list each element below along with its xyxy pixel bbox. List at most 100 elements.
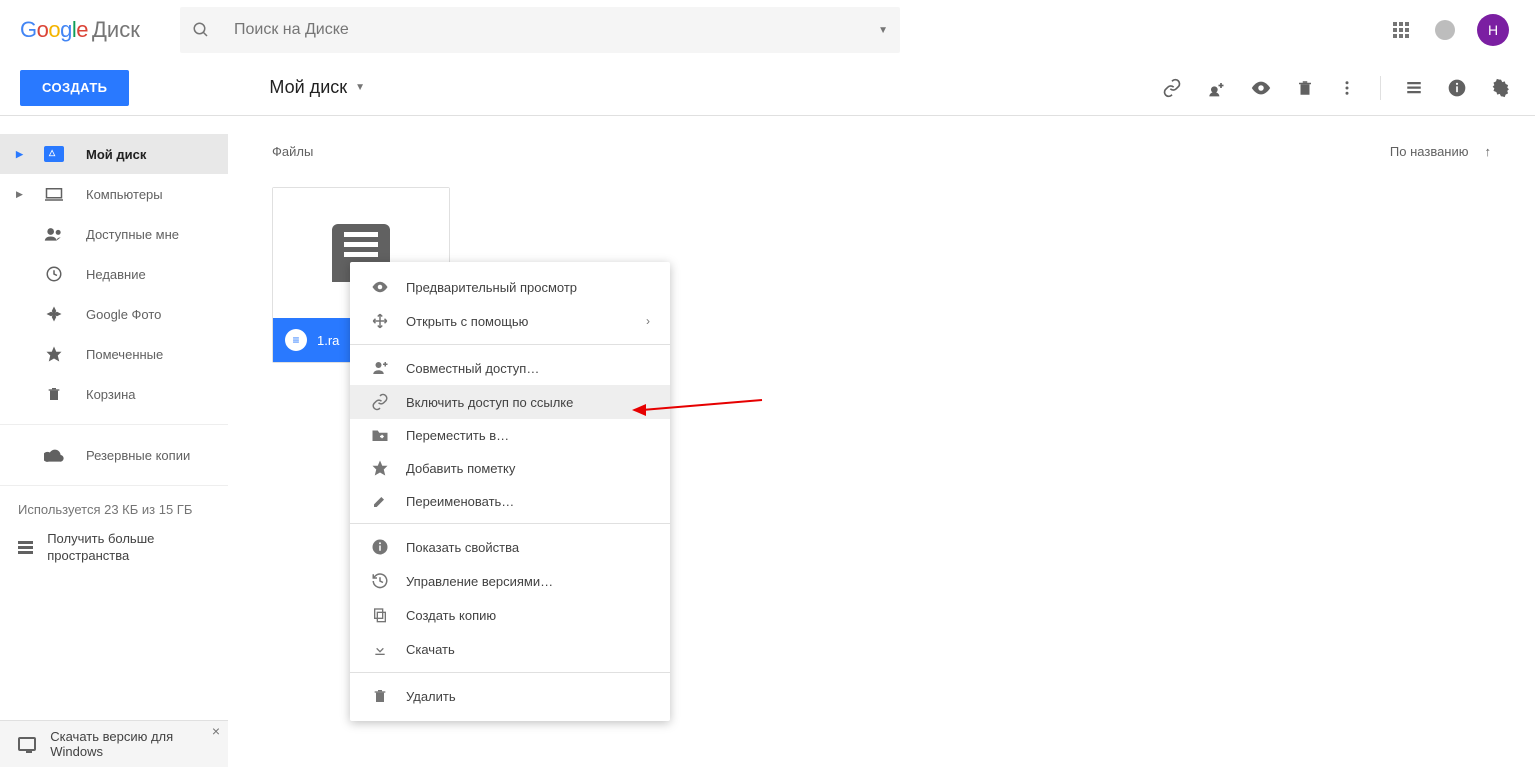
sidebar-item-label: Корзина <box>86 387 136 402</box>
view-list-icon[interactable] <box>1405 79 1423 97</box>
link-icon <box>370 393 390 411</box>
promo-label: Получить больше пространства <box>47 531 210 565</box>
person-add-icon <box>370 359 390 377</box>
account-avatar[interactable]: Н <box>1477 14 1509 46</box>
ctx-label: Управление версиями… <box>406 574 553 589</box>
sidebar-item-label: Мой диск <box>86 147 146 162</box>
photos-icon <box>44 305 64 323</box>
header: Google Диск ▼ Н <box>0 0 1535 60</box>
separator <box>1380 76 1381 100</box>
trash-icon <box>44 385 64 403</box>
ctx-label: Добавить пометку <box>406 461 515 476</box>
ctx-move[interactable]: Переместить в… <box>350 419 670 451</box>
ctx-label: Создать копию <box>406 608 496 623</box>
copy-icon <box>370 606 390 624</box>
sidebar-item-computers[interactable]: ▶ Компьютеры <box>0 174 228 214</box>
storage-usage: Используется 23 КБ из 15 ГБ <box>0 496 228 523</box>
star-icon <box>44 345 64 363</box>
main: ▶ Мой диск ▶ Компьютеры Доступные мне Не… <box>0 116 1535 767</box>
sidebar-item-label: Компьютеры <box>86 187 163 202</box>
sidebar-item-mydrive[interactable]: ▶ Мой диск <box>0 134 228 174</box>
storage-icon <box>18 541 33 554</box>
apps-icon[interactable] <box>1389 18 1413 42</box>
ctx-open-with[interactable]: Открыть с помощью › <box>350 304 670 338</box>
files-heading: Файлы <box>272 144 313 159</box>
sidebar: ▶ Мой диск ▶ Компьютеры Доступные мне Не… <box>0 116 228 767</box>
move-icon <box>370 312 390 330</box>
content-header: Файлы По названию ↑ <box>272 144 1491 159</box>
sidebar-item-label: Google Фото <box>86 307 161 322</box>
sidebar-item-label: Доступные мне <box>86 227 179 242</box>
ctx-share[interactable]: Совместный доступ… <box>350 351 670 385</box>
context-menu: Предварительный просмотр Открыть с помощ… <box>350 262 670 721</box>
info-icon[interactable] <box>1447 78 1467 98</box>
search-options-dropdown-icon[interactable]: ▼ <box>878 25 888 36</box>
download-icon <box>370 640 390 658</box>
ctx-download[interactable]: Скачать <box>350 632 670 666</box>
search-icon <box>192 21 210 39</box>
ctx-preview[interactable]: Предварительный просмотр <box>350 270 670 304</box>
share-icon[interactable] <box>1206 78 1226 98</box>
sidebar-item-backups[interactable]: Резервные копии <box>0 435 228 475</box>
file-name: 1.ra <box>317 333 339 348</box>
ctx-get-link[interactable]: Включить доступ по ссылке <box>350 385 670 419</box>
computer-icon <box>44 187 64 201</box>
chevron-right-icon: › <box>646 314 650 328</box>
ctx-label: Совместный доступ… <box>406 361 539 376</box>
get-more-storage[interactable]: Получить больше пространства <box>0 523 228 573</box>
search-input[interactable] <box>234 21 878 39</box>
sort-direction-icon[interactable]: ↑ <box>1485 144 1492 159</box>
sidebar-item-recent[interactable]: Недавние <box>0 254 228 294</box>
ctx-label: Скачать <box>406 642 455 657</box>
preview-icon[interactable] <box>1250 77 1272 99</box>
breadcrumb[interactable]: Мой диск ▼ <box>269 77 365 98</box>
trash-icon[interactable] <box>1296 79 1314 97</box>
sidebar-item-trash[interactable]: Корзина <box>0 374 228 414</box>
divider <box>0 424 228 425</box>
chevron-right-icon: ▶ <box>16 149 22 160</box>
sort-label[interactable]: По названию <box>1390 144 1469 159</box>
sidebar-item-photos[interactable]: Google Фото <box>0 294 228 334</box>
divider <box>0 485 228 486</box>
ctx-label: Переместить в… <box>406 428 509 443</box>
breadcrumb-label: Мой диск <box>269 77 347 98</box>
ctx-label: Удалить <box>406 689 456 704</box>
notifications-icon[interactable] <box>1433 18 1457 42</box>
ctx-versions[interactable]: Управление версиями… <box>350 564 670 598</box>
annotation-arrow <box>632 400 762 420</box>
ctx-label: Переименовать… <box>406 494 514 509</box>
ctx-label: Предварительный просмотр <box>406 280 577 295</box>
divider <box>350 344 670 345</box>
action-bar: СОЗДАТЬ Мой диск ▼ <box>0 60 1535 116</box>
divider <box>350 523 670 524</box>
settings-icon[interactable] <box>1491 78 1511 98</box>
edit-icon <box>370 493 390 509</box>
product-name: Диск <box>92 17 140 43</box>
ctx-rename[interactable]: Переименовать… <box>350 485 670 517</box>
more-icon[interactable] <box>1338 79 1356 97</box>
close-icon[interactable]: × <box>212 723 220 739</box>
sidebar-item-shared[interactable]: Доступные мне <box>0 214 228 254</box>
eye-icon <box>370 278 390 296</box>
desktop-icon <box>18 737 36 751</box>
trash-icon <box>370 687 390 705</box>
divider <box>350 672 670 673</box>
info-icon <box>370 538 390 556</box>
search-bar[interactable]: ▼ <box>180 7 900 53</box>
clock-icon <box>44 265 64 283</box>
ctx-delete[interactable]: Удалить <box>350 679 670 713</box>
ctx-star[interactable]: Добавить пометку <box>350 451 670 485</box>
file-type-icon: ≡ <box>285 329 307 351</box>
logo[interactable]: Google Диск <box>20 17 180 43</box>
create-button[interactable]: СОЗДАТЬ <box>20 70 129 106</box>
ctx-copy[interactable]: Создать копию <box>350 598 670 632</box>
breadcrumb-dropdown-icon: ▼ <box>355 82 365 93</box>
sidebar-item-starred[interactable]: Помеченные <box>0 334 228 374</box>
star-icon <box>370 459 390 477</box>
ctx-details[interactable]: Показать свойства <box>350 530 670 564</box>
ctx-label: Включить доступ по ссылке <box>406 395 573 410</box>
download-banner[interactable]: Скачать версию для Windows × <box>0 720 228 767</box>
download-label: Скачать версию для Windows <box>50 729 210 759</box>
chevron-right-icon: ▶ <box>16 189 22 200</box>
get-link-icon[interactable] <box>1162 78 1182 98</box>
